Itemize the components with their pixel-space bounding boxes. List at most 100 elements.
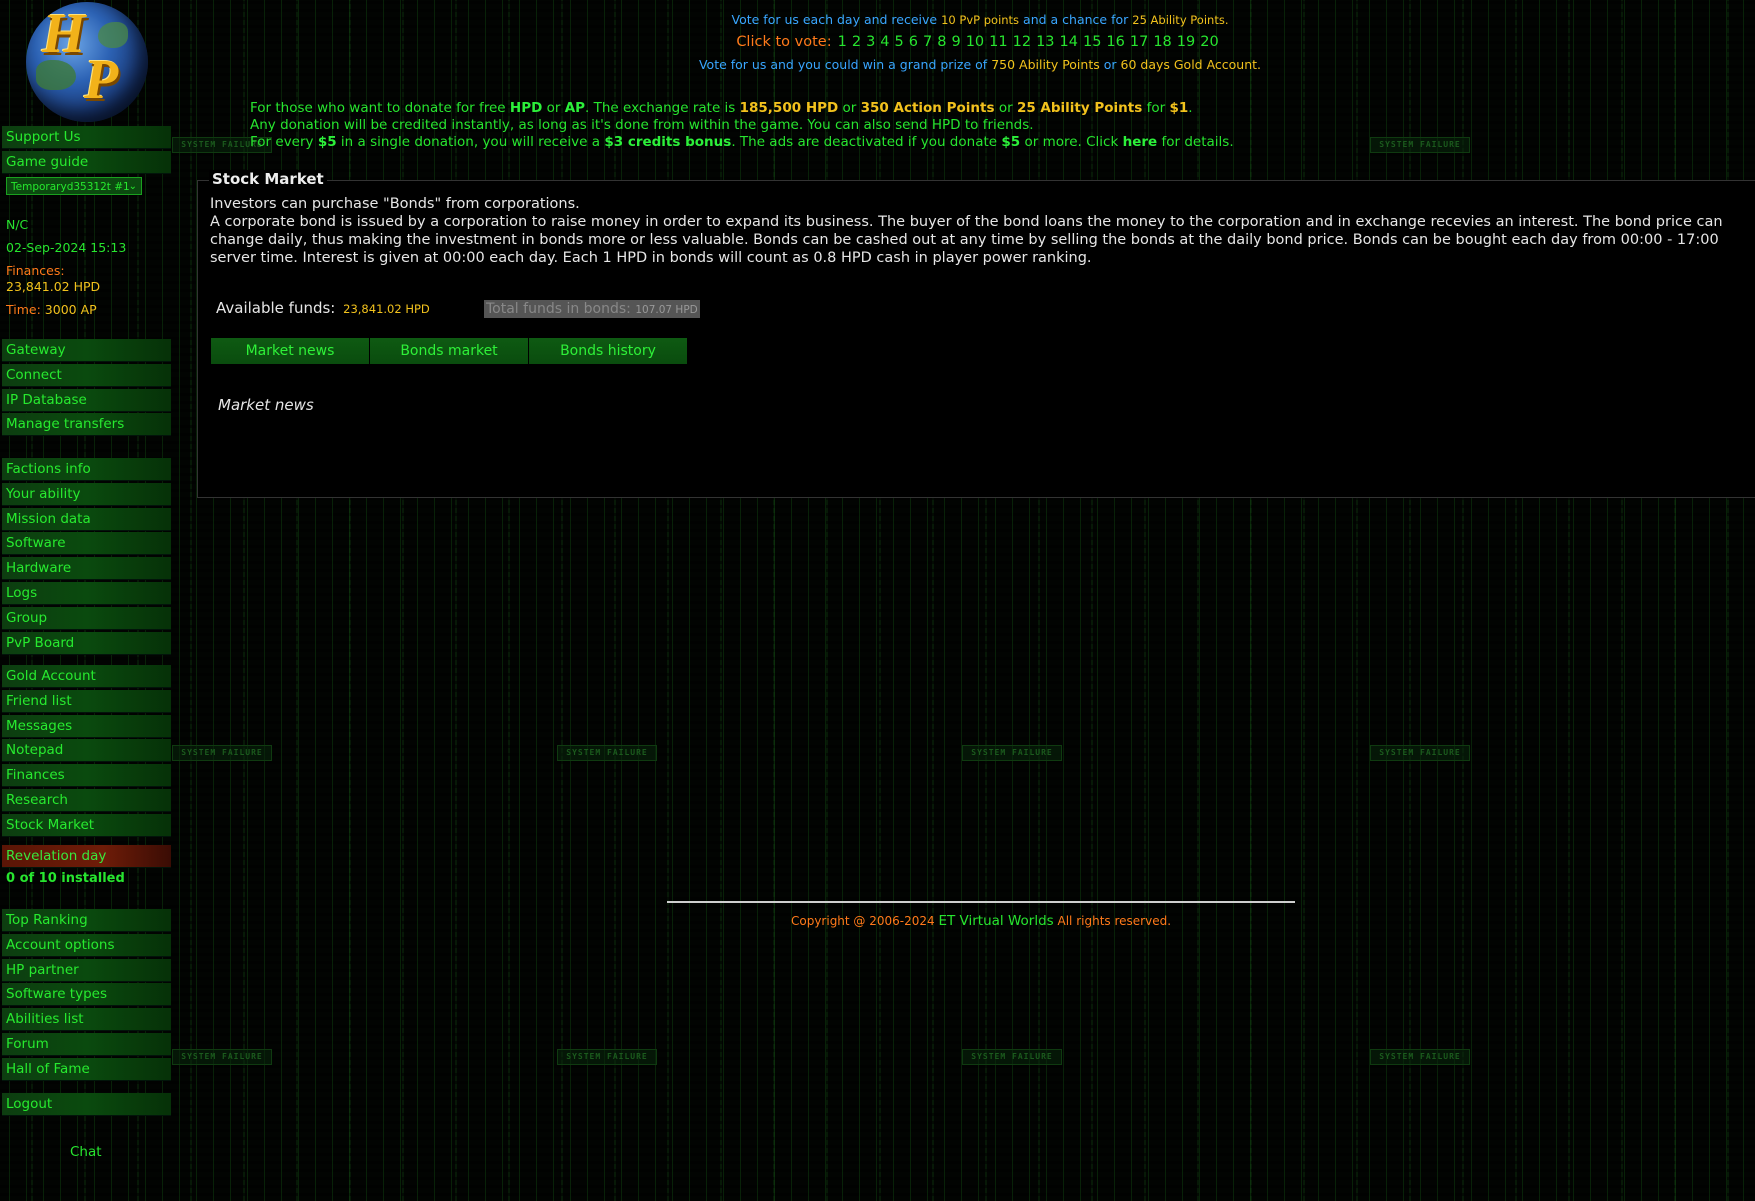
- nav-hall-of-fame[interactable]: Hall of Fame: [2, 1057, 171, 1081]
- donate-l1-or3: or: [998, 100, 1013, 116]
- nav-notepad[interactable]: Notepad: [2, 739, 171, 763]
- account-select[interactable]: Temporaryd35312t #1 ⌄: [6, 177, 142, 195]
- chevron-down-icon: ⌄: [128, 181, 137, 192]
- vote-link-17[interactable]: 17: [1130, 34, 1148, 50]
- vote-link-2[interactable]: 2: [852, 34, 861, 50]
- nav-gold-account[interactable]: Gold Account: [2, 665, 171, 688]
- vote-link-20[interactable]: 20: [1200, 34, 1218, 50]
- donate-l3-e: for details.: [1161, 134, 1234, 150]
- nav-pvp-board[interactable]: PvP Board: [2, 631, 171, 655]
- donate-one-dollar: $1: [1169, 100, 1189, 116]
- chat-link[interactable]: Chat: [70, 1144, 102, 1160]
- footer: Copyright @ 2006-2024 ET Virtual Worlds …: [667, 913, 1295, 929]
- nav-logs[interactable]: Logs: [2, 581, 171, 605]
- vote-link-8[interactable]: 8: [937, 34, 946, 50]
- nav-mission-data[interactable]: Mission data: [2, 507, 171, 531]
- nav-account-options[interactable]: Account options: [2, 933, 171, 957]
- nav-group[interactable]: Group: [2, 606, 171, 630]
- nav-support-us[interactable]: Support Us: [2, 126, 171, 149]
- donate-rate-action: 350 Action Points: [860, 100, 995, 116]
- system-failure-watermark: SYSTEM FAILURE: [962, 745, 1062, 761]
- tab-bonds-history[interactable]: Bonds history: [529, 338, 687, 364]
- donate-ap: AP: [564, 100, 586, 116]
- nav-logout[interactable]: Logout: [2, 1093, 171, 1116]
- nav-software[interactable]: Software: [2, 532, 171, 556]
- page-title: Stock Market: [209, 170, 327, 188]
- vote-link-13[interactable]: 13: [1036, 34, 1054, 50]
- system-failure-watermark: SYSTEM FAILURE: [962, 1049, 1062, 1065]
- nav-top-ranking[interactable]: Top Ranking: [2, 909, 171, 932]
- logo-letter-p: P: [84, 49, 119, 111]
- connection-status: N/C: [6, 217, 29, 232]
- vote-link-3[interactable]: 3: [866, 34, 875, 50]
- donate-here-link[interactable]: here: [1123, 134, 1158, 150]
- vote-link-12[interactable]: 12: [1013, 34, 1031, 50]
- nav-research[interactable]: Research: [2, 788, 171, 812]
- vote-link-11[interactable]: 11: [989, 34, 1007, 50]
- finances-value: 23,841.02 HPD: [6, 279, 101, 294]
- vote-link-9[interactable]: 9: [951, 34, 960, 50]
- tab-market-news[interactable]: Market news: [211, 338, 369, 364]
- donate-l1-a: For those who want to donate for free: [250, 100, 506, 116]
- available-funds-label: Available funds:: [216, 299, 336, 317]
- bonds-total-box: Total funds in bonds: 107.07 HPD: [484, 300, 700, 318]
- hp-logo[interactable]: H P: [26, 2, 148, 122]
- nav-stock-market[interactable]: Stock Market: [2, 813, 171, 837]
- time-readout: Time: 3000 AP: [6, 302, 97, 318]
- nav-factions-info[interactable]: Factions info: [2, 458, 171, 481]
- donate-l1-or2: or: [842, 100, 857, 116]
- system-failure-watermark: SYSTEM FAILURE: [1370, 745, 1470, 761]
- nav-abilities-list[interactable]: Abilities list: [2, 1008, 171, 1032]
- donate-l3-c: . The ads are deactivated if you donate: [731, 134, 998, 150]
- nav-revelation-day[interactable]: Revelation day: [2, 845, 171, 868]
- sidebar: H P Support Us Game guide Temporaryd3531…: [0, 0, 172, 1201]
- market-news-heading: Market news: [218, 396, 314, 414]
- nav-messages[interactable]: Messages: [2, 714, 171, 738]
- tab-bonds-market[interactable]: Bonds market: [370, 338, 528, 364]
- bonds-total-value: 107.07 HPD: [635, 304, 698, 316]
- donate-five-dollar-2: $5: [1001, 134, 1021, 150]
- vote-gold-account: 60 days Gold Account.: [1120, 57, 1262, 72]
- donate-hpd: HPD: [509, 100, 543, 116]
- system-failure-watermark: SYSTEM FAILURE: [557, 745, 657, 761]
- nav-finances[interactable]: Finances: [2, 764, 171, 788]
- donate-line-1: For those who want to donate for free HP…: [250, 100, 1193, 116]
- vote-link-10[interactable]: 10: [966, 34, 984, 50]
- nav-forum[interactable]: Forum: [2, 1032, 171, 1056]
- market-tabs: Market news Bonds market Bonds history: [211, 338, 688, 364]
- nav-game-guide[interactable]: Game guide: [2, 150, 171, 174]
- vote-grand-prize: 750 Ability Points: [991, 57, 1100, 72]
- nav-ip-database[interactable]: IP Database: [2, 388, 171, 412]
- vote-link-1[interactable]: 1: [838, 34, 847, 50]
- stock-market-description: Investors can purchase "Bonds" from corp…: [210, 195, 1750, 267]
- nav-your-ability[interactable]: Your ability: [2, 482, 171, 506]
- vote-link-6[interactable]: 6: [909, 34, 918, 50]
- vote-links: Click to vote: 1 2 3 4 5 6 7 8 9 10 11 12 13 14 15 16 17 1…: [400, 34, 1560, 50]
- nav-gateway[interactable]: Gateway: [2, 339, 171, 362]
- stock-market-panel: Stock Market Investors can purchase "Bon…: [197, 170, 1755, 498]
- click-to-vote-label: Click to vote:: [736, 34, 832, 50]
- vote-link-14[interactable]: 14: [1060, 34, 1078, 50]
- vote-link-19[interactable]: 19: [1177, 34, 1195, 50]
- system-failure-watermark: SYSTEM FAILURE: [1370, 137, 1470, 153]
- vote-ability-points: 25 Ability Points.: [1132, 13, 1229, 27]
- nav-friend-list[interactable]: Friend list: [2, 689, 171, 713]
- account-select-value: Temporaryd35312t #1: [11, 181, 130, 193]
- nav-connect[interactable]: Connect: [2, 363, 171, 387]
- nav-hardware[interactable]: Hardware: [2, 557, 171, 581]
- donate-l3-b: in a single donation, you will receive a: [340, 134, 601, 150]
- donate-credits-bonus: $3 credits bonus: [604, 134, 732, 150]
- installed-count: 0 of 10 installed: [6, 871, 125, 886]
- company-link[interactable]: ET Virtual Worlds: [938, 913, 1053, 929]
- nav-hp-partner[interactable]: HP partner: [2, 958, 171, 982]
- system-failure-watermark: SYSTEM FAILURE: [172, 745, 272, 761]
- vote-link-18[interactable]: 18: [1153, 34, 1171, 50]
- vote-link-16[interactable]: 16: [1106, 34, 1124, 50]
- vote-link-15[interactable]: 15: [1083, 34, 1101, 50]
- vote-link-5[interactable]: 5: [895, 34, 904, 50]
- vote-link-7[interactable]: 7: [923, 34, 932, 50]
- nav-software-types[interactable]: Software types: [2, 983, 171, 1007]
- copyright-text: Copyright @ 2006-2024: [790, 914, 935, 928]
- nav-manage-transfers[interactable]: Manage transfers: [2, 413, 171, 437]
- vote-link-4[interactable]: 4: [880, 34, 889, 50]
